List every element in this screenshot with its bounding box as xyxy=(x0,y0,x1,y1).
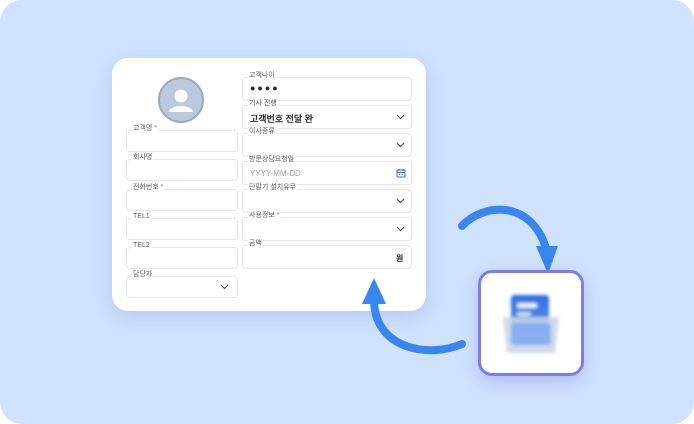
required-mark: * xyxy=(276,212,280,219)
illustration-background: 고객명 * 회사명 전화번호 * TEL1 TEL2 담당자 고객나이 ●●●●… xyxy=(0,0,694,424)
chevron-down-icon[interactable] xyxy=(396,198,405,204)
calendar-icon[interactable] xyxy=(396,168,406,178)
usage-info-select[interactable] xyxy=(242,217,412,241)
tel1-field[interactable] xyxy=(126,218,238,240)
visit-date-label: 방문상담요청일 xyxy=(248,156,296,164)
technician-progress-value: 고객번호 전달 완 xyxy=(250,114,313,124)
move-type-select[interactable] xyxy=(242,133,412,157)
visit-date-placeholder: YYYY-MM-DD xyxy=(250,169,301,178)
required-mark: * xyxy=(160,184,164,191)
user-avatar-icon xyxy=(158,77,204,123)
customer-name-label: 고객명 * xyxy=(132,125,159,133)
tel1-label: TEL1 xyxy=(132,213,151,221)
manager-label: 담당자 xyxy=(132,271,154,279)
usage-info-label: 사용정보 * xyxy=(248,212,281,220)
amount-unit: 원 xyxy=(396,254,404,263)
company-name-field[interactable] xyxy=(126,159,238,181)
document-stack-app-icon[interactable] xyxy=(478,270,584,376)
customer-name-field[interactable] xyxy=(126,130,238,152)
required-mark: * xyxy=(154,125,158,132)
chevron-down-icon[interactable] xyxy=(396,114,405,120)
customer-age-label: 고객나이 xyxy=(248,72,276,80)
chevron-down-icon[interactable] xyxy=(396,142,405,148)
aircon-install-label: 단말기 설치유무 xyxy=(248,184,298,192)
phone-field[interactable] xyxy=(126,189,238,211)
tel2-field[interactable] xyxy=(126,247,238,269)
chevron-down-icon[interactable] xyxy=(220,284,229,290)
amount-label: 금액 xyxy=(248,240,263,248)
move-type-label: 이사종류 xyxy=(248,128,276,136)
phone-label: 전화번호 * xyxy=(132,184,165,192)
aircon-install-select[interactable] xyxy=(242,189,412,213)
app-icon-graphic xyxy=(503,295,559,353)
customer-age-value: ●●●● xyxy=(250,83,280,93)
technician-progress-label: 기사 진행 xyxy=(248,100,278,108)
tel2-label: TEL2 xyxy=(132,242,151,250)
sync-arrow-up-icon xyxy=(362,278,466,355)
company-name-label: 회사명 xyxy=(132,154,154,162)
chevron-down-icon[interactable] xyxy=(396,226,405,232)
